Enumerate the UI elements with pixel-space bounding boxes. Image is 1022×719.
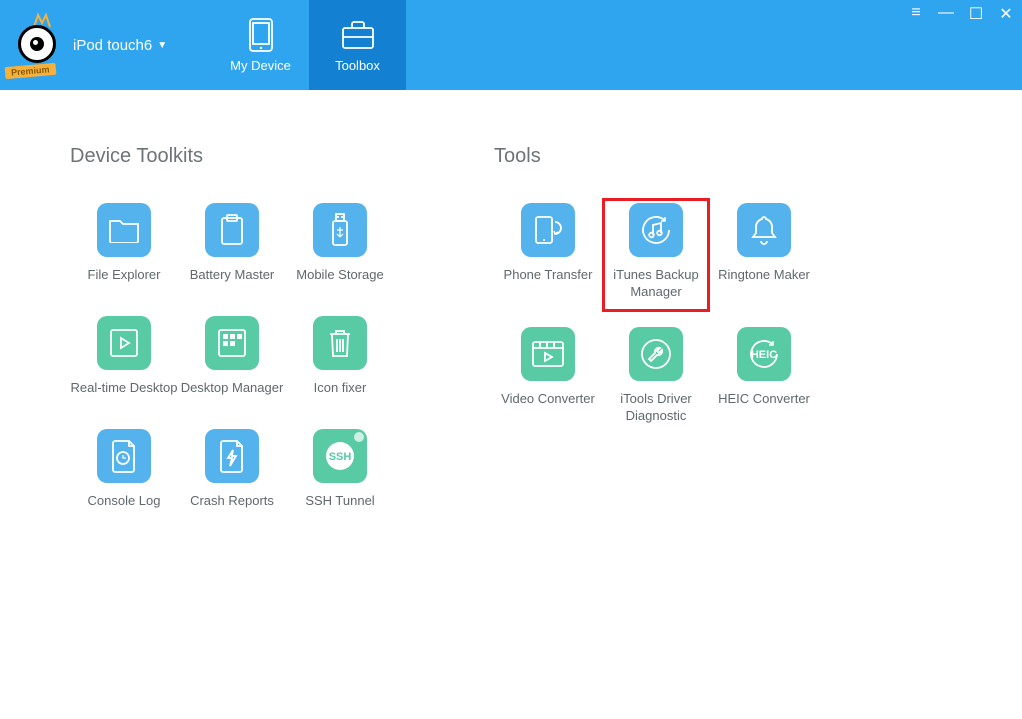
section-title: Device Toolkits	[70, 145, 394, 168]
tab-toolbox[interactable]: Toolbox	[309, 0, 406, 90]
realtime-desktop-tile[interactable]: Real-time Desktop	[70, 311, 178, 414]
tile-label: Phone Transfer	[504, 267, 593, 301]
itools-diagnostic-tile[interactable]: iTools Driver Diagnostic	[602, 322, 710, 425]
ringtone-maker-tile[interactable]: Ringtone Maker	[710, 198, 818, 312]
video-converter-tile[interactable]: Video Converter	[494, 322, 602, 425]
close-button[interactable]: ✕	[998, 4, 1014, 24]
device-toolkits-grid: File Explorer Battery Master Mobile Stor…	[70, 198, 394, 527]
trash-icon	[313, 316, 367, 370]
heic-text: HEIC	[751, 349, 777, 361]
icon-fixer-tile[interactable]: Icon fixer	[286, 311, 394, 414]
ssh-text: SSH	[329, 451, 352, 463]
notification-badge	[354, 432, 364, 442]
tools-grid: Phone Transfer iTunes Backup Manager Rin…	[494, 198, 818, 425]
logo-section: Premium iPod touch6 ▼	[0, 0, 212, 90]
bell-icon	[737, 203, 791, 257]
folder-icon	[97, 203, 151, 257]
apps-grid-icon	[205, 316, 259, 370]
console-log-tile[interactable]: Console Log	[70, 424, 178, 527]
device-selector[interactable]: iPod touch6 ▼	[73, 37, 167, 54]
device-name-label: iPod touch6	[73, 37, 152, 54]
tab-label: Toolbox	[335, 58, 380, 73]
tile-label: Icon fixer	[314, 380, 367, 414]
maximize-button[interactable]: ☐	[968, 4, 984, 24]
minimize-button[interactable]: —	[938, 4, 954, 24]
crash-reports-tile[interactable]: Crash Reports	[178, 424, 286, 527]
tile-label: Ringtone Maker	[718, 267, 810, 301]
phone-transfer-tile[interactable]: Phone Transfer	[494, 198, 602, 312]
ssh-icon: SSH	[313, 429, 367, 483]
itunes-backup-tile[interactable]: iTunes Backup Manager	[602, 198, 710, 312]
tile-label: Desktop Manager	[181, 380, 284, 414]
tools-section: Tools Phone Transfer iTunes Backup Manag…	[494, 145, 818, 527]
tile-label: Real-time Desktop	[71, 380, 178, 414]
chevron-down-icon: ▼	[157, 40, 167, 51]
music-circle-icon	[629, 203, 683, 257]
tablet-icon	[244, 18, 278, 52]
wrench-circle-icon	[629, 327, 683, 381]
tile-label: File Explorer	[88, 267, 161, 301]
tile-label: SSH Tunnel	[305, 493, 374, 527]
tile-label: iTunes Backup Manager	[605, 267, 707, 301]
play-square-icon	[97, 316, 151, 370]
app-logo: Premium	[10, 15, 65, 75]
content-area: Device Toolkits File Explorer Battery Ma…	[0, 90, 1022, 527]
tab-my-device[interactable]: My Device	[212, 0, 309, 90]
heic-converter-tile[interactable]: HEIC HEIC Converter	[710, 322, 818, 425]
section-title: Tools	[494, 145, 818, 168]
tile-label: Mobile Storage	[296, 267, 383, 301]
briefcase-icon	[341, 18, 375, 52]
heic-icon: HEIC	[737, 327, 791, 381]
clipboard-icon	[205, 203, 259, 257]
tile-label: iTools Driver Diagnostic	[602, 391, 710, 425]
tile-label: HEIC Converter	[718, 391, 810, 425]
file-explorer-tile[interactable]: File Explorer	[70, 198, 178, 301]
menu-icon[interactable]: ≡	[908, 4, 924, 24]
titlebar: Premium iPod touch6 ▼ My Device Toolbox …	[0, 0, 1022, 90]
tile-label: Battery Master	[190, 267, 275, 301]
phone-transfer-icon	[521, 203, 575, 257]
device-toolkits-section: Device Toolkits File Explorer Battery Ma…	[70, 145, 394, 527]
tile-label: Console Log	[88, 493, 161, 527]
tile-label: Video Converter	[501, 391, 595, 425]
document-clock-icon	[97, 429, 151, 483]
window-controls: ≡ — ☐ ✕	[908, 4, 1014, 24]
document-bolt-icon	[205, 429, 259, 483]
film-icon	[521, 327, 575, 381]
mobile-storage-tile[interactable]: Mobile Storage	[286, 198, 394, 301]
ssh-tunnel-tile[interactable]: SSH SSH Tunnel	[286, 424, 394, 527]
tab-label: My Device	[230, 58, 291, 73]
tile-label: Crash Reports	[190, 493, 274, 527]
premium-badge: Premium	[5, 63, 56, 79]
usb-icon	[313, 203, 367, 257]
desktop-manager-tile[interactable]: Desktop Manager	[178, 311, 286, 414]
battery-master-tile[interactable]: Battery Master	[178, 198, 286, 301]
